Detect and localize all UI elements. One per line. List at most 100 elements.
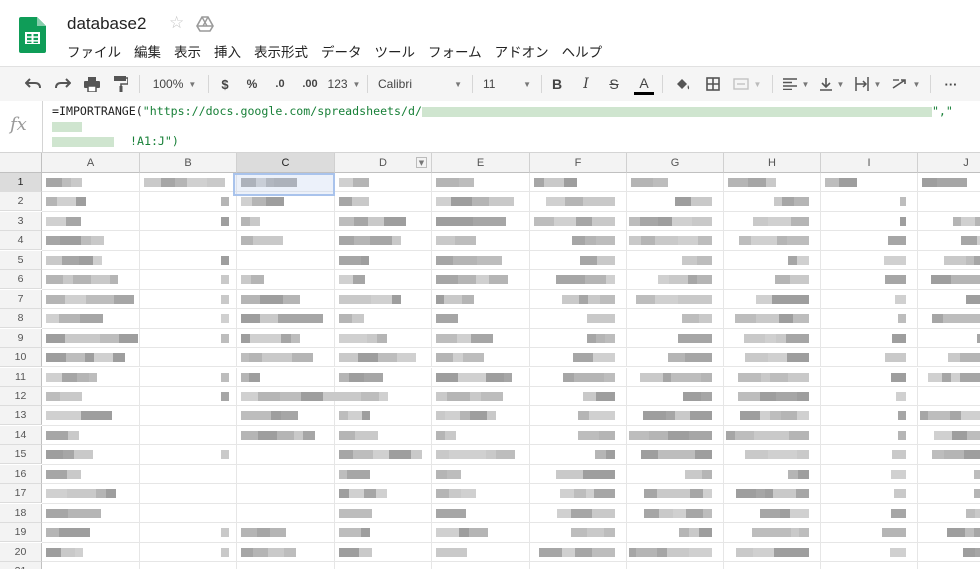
row-header-13[interactable]: 13 <box>0 406 42 426</box>
cell-i9[interactable] <box>821 328 918 349</box>
cell-e12[interactable] <box>432 386 530 407</box>
cell-d1[interactable] <box>335 173 432 193</box>
cell-a11[interactable] <box>42 367 140 387</box>
cell-g20[interactable] <box>627 542 724 562</box>
row-header-11[interactable]: 11 <box>0 367 42 387</box>
cell-c3[interactable] <box>237 211 335 232</box>
cell-j3[interactable] <box>918 212 980 232</box>
cell-d2[interactable] <box>335 192 432 212</box>
menu-item[interactable]: アドオン <box>495 41 549 61</box>
row-header-7[interactable]: 7 <box>0 289 42 309</box>
cell-j1[interactable] <box>918 173 980 193</box>
column-header-g[interactable]: G <box>627 153 724 173</box>
cell-b21[interactable] <box>140 562 237 569</box>
cell-i8[interactable] <box>821 309 918 329</box>
sheets-logo-icon[interactable] <box>19 17 46 53</box>
cell-h12[interactable] <box>724 386 821 407</box>
cell-j15[interactable] <box>918 445 980 465</box>
cell-f4[interactable] <box>530 231 627 251</box>
cell-d6[interactable] <box>335 270 432 290</box>
cell-e13[interactable] <box>432 406 530 426</box>
cell-c5[interactable] <box>237 250 335 271</box>
cell-i1[interactable] <box>821 173 918 193</box>
cell-e4[interactable] <box>432 231 530 251</box>
cell-g1[interactable] <box>627 173 724 193</box>
cell-b7[interactable] <box>140 289 237 310</box>
cell-g11[interactable] <box>627 367 724 387</box>
paint-format-icon[interactable] <box>110 67 132 101</box>
cell-j17[interactable] <box>918 484 980 504</box>
row-header-10[interactable]: 10 <box>0 348 42 368</box>
cell-j4[interactable] <box>918 231 980 251</box>
menu-item[interactable]: 表示 <box>174 41 201 61</box>
cell-b6[interactable] <box>140 270 237 290</box>
cell-e3[interactable] <box>432 211 530 232</box>
cell-g7[interactable] <box>627 289 724 310</box>
cell-f8[interactable] <box>530 309 627 329</box>
increase-decimal-button[interactable]: .00 <box>297 67 323 101</box>
menu-item[interactable]: 挿入 <box>214 41 241 61</box>
cell-j9[interactable] <box>918 329 980 349</box>
cell-d13[interactable] <box>335 406 432 426</box>
cell-d20[interactable] <box>335 542 432 562</box>
cell-f3[interactable] <box>530 211 627 232</box>
cell-e2[interactable] <box>432 192 530 212</box>
cell-c14[interactable] <box>237 425 335 446</box>
cell-j8[interactable] <box>918 309 980 329</box>
cell-d18[interactable] <box>335 503 432 524</box>
undo-icon[interactable] <box>22 67 44 101</box>
cell-d9[interactable] <box>335 328 432 349</box>
row-header-17[interactable]: 17 <box>0 484 42 504</box>
cell-f15[interactable] <box>530 445 627 465</box>
cell-j19[interactable] <box>918 523 980 543</box>
cell-i19[interactable] <box>821 523 918 543</box>
cell-f14[interactable] <box>530 425 627 446</box>
cell-e10[interactable] <box>432 348 530 368</box>
cell-i18[interactable] <box>821 503 918 524</box>
cell-j10[interactable] <box>918 348 980 368</box>
cell-i12[interactable] <box>821 386 918 407</box>
row-header-14[interactable]: 14 <box>0 425 42 445</box>
cell-c11[interactable] <box>237 367 335 387</box>
column-header-h[interactable]: H <box>724 153 821 173</box>
cell-g6[interactable] <box>627 270 724 290</box>
more-formats-button[interactable]: 123 ▼ <box>327 67 361 101</box>
cell-f16[interactable] <box>530 464 627 485</box>
cell-b10[interactable] <box>140 348 237 368</box>
row-header-4[interactable]: 4 <box>0 231 42 251</box>
cell-e5[interactable] <box>432 250 530 271</box>
cell-h6[interactable] <box>724 270 821 290</box>
cell-a4[interactable] <box>42 231 140 251</box>
cell-d5[interactable] <box>335 250 432 271</box>
cell-c12[interactable] <box>237 386 343 407</box>
cell-c17[interactable] <box>237 484 335 504</box>
column-header-j[interactable]: J <box>918 153 980 173</box>
cell-a10[interactable] <box>42 348 140 368</box>
cell-b1[interactable] <box>140 173 237 193</box>
cell-i21[interactable] <box>821 562 918 569</box>
horizontal-align-icon[interactable]: ▼ <box>780 67 812 101</box>
cell-a12[interactable] <box>42 386 140 407</box>
cell-b18[interactable] <box>140 503 237 524</box>
percent-format-button[interactable]: % <box>243 67 261 101</box>
cell-b17[interactable] <box>140 484 237 504</box>
cell-h10[interactable] <box>724 348 821 368</box>
cell-h3[interactable] <box>724 211 821 232</box>
zoom-select[interactable]: 100% ▼ <box>147 67 202 101</box>
cell-i16[interactable] <box>821 464 918 485</box>
row-header-20[interactable]: 20 <box>0 542 42 562</box>
cell-b15[interactable] <box>140 445 237 465</box>
cell-e11[interactable] <box>432 367 530 387</box>
filter-dropdown-icon[interactable]: ▼ <box>416 157 427 168</box>
more-options-button[interactable]: ··· <box>938 67 964 101</box>
column-header-i[interactable]: I <box>821 153 918 173</box>
cell-f21[interactable] <box>530 562 627 569</box>
cell-h13[interactable] <box>724 406 821 426</box>
row-header-5[interactable]: 5 <box>0 250 42 270</box>
cell-i13[interactable] <box>821 406 918 426</box>
cell-j16[interactable] <box>918 465 980 485</box>
cell-f6[interactable] <box>530 270 627 290</box>
formula-input[interactable]: =IMPORTRANGE("https://docs.google.com/sp… <box>52 104 977 149</box>
cell-h4[interactable] <box>724 231 821 251</box>
cell-e17[interactable] <box>432 484 530 504</box>
